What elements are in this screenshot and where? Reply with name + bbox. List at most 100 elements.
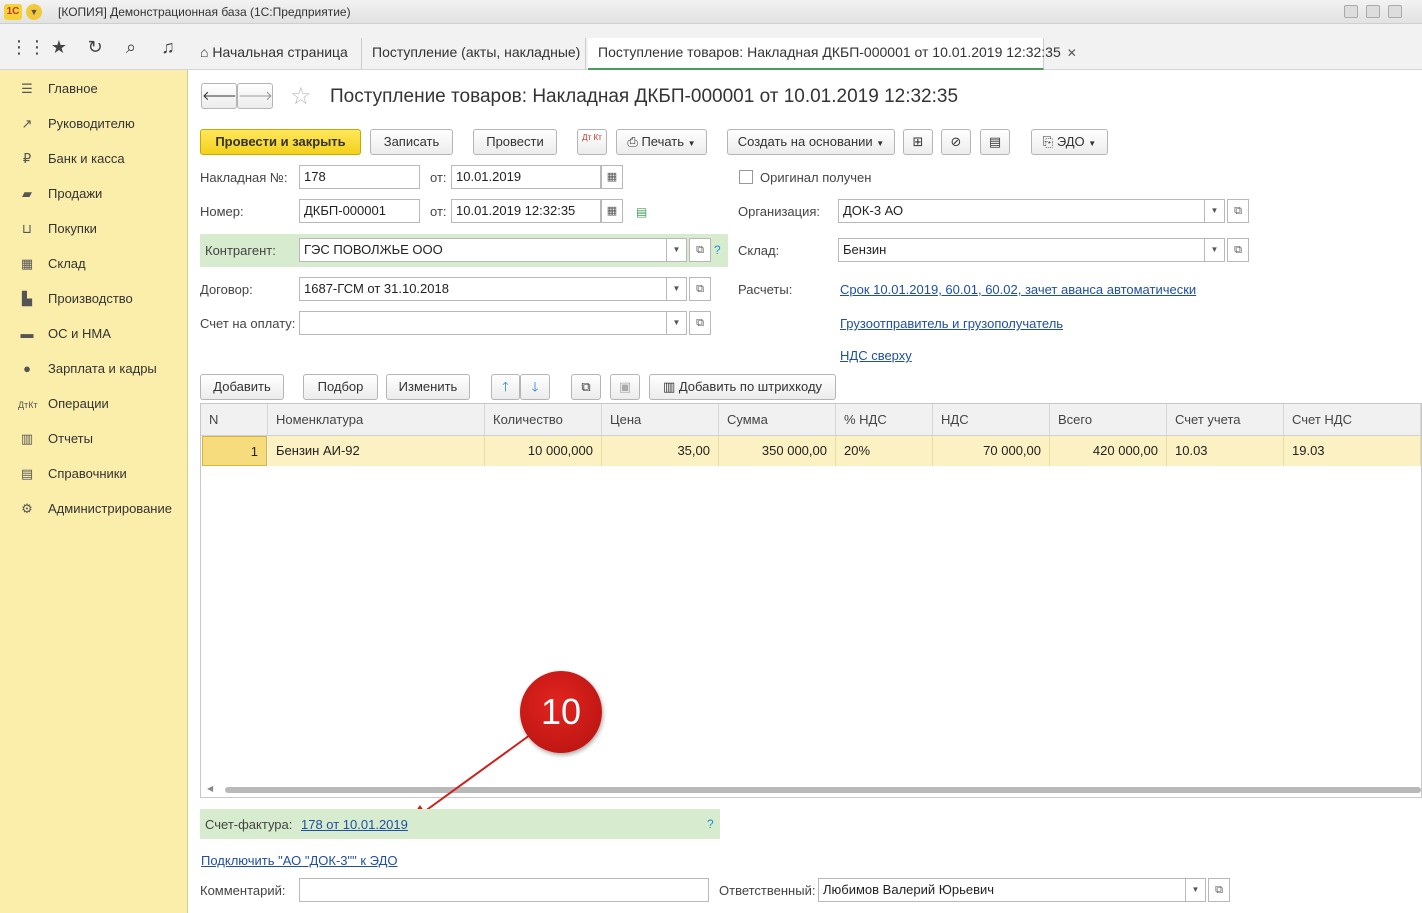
check-icon[interactable]: ▤ bbox=[636, 205, 647, 219]
open-icon[interactable]: ⧉ bbox=[689, 277, 711, 301]
sidebar-item-warehouse[interactable]: ▦ Склад bbox=[18, 256, 86, 276]
print-icon[interactable] bbox=[1366, 5, 1380, 18]
list-button[interactable]: ▤ bbox=[980, 129, 1010, 155]
add-button[interactable]: Добавить bbox=[200, 374, 284, 400]
sidebar-item-purchases[interactable]: ⊔ Покупки bbox=[18, 221, 97, 241]
table-cell[interactable]: Бензин АИ-92 bbox=[268, 436, 485, 466]
favorite-star-icon[interactable]: ☆ bbox=[290, 82, 312, 111]
pick-button[interactable]: Подбор bbox=[303, 374, 378, 400]
save-icon[interactable] bbox=[1344, 5, 1358, 18]
number-input[interactable]: ДКБП-000001 bbox=[299, 199, 420, 223]
open-icon[interactable]: ⧉ bbox=[689, 311, 711, 335]
table-cell[interactable]: 350 000,00 bbox=[719, 436, 836, 466]
history-icon[interactable]: ↻ bbox=[84, 36, 106, 58]
responsible-input[interactable]: Любимов Валерий Юрьевич bbox=[818, 878, 1186, 902]
col-header[interactable]: N bbox=[201, 404, 268, 436]
chevron-down-icon[interactable]: ▼ bbox=[667, 311, 687, 335]
number-date-input[interactable]: 10.01.2019 12:32:35 bbox=[451, 199, 601, 223]
table-cell[interactable]: 20% bbox=[836, 436, 933, 466]
vat-link[interactable]: НДС сверху bbox=[840, 348, 912, 363]
edo-connect-link[interactable]: Подключить "АО "ДОК-3"" к ЭДО bbox=[201, 853, 398, 868]
change-button[interactable]: Изменить bbox=[386, 374, 470, 400]
preview-icon[interactable] bbox=[1388, 5, 1402, 18]
open-icon[interactable]: ⧉ bbox=[689, 238, 711, 262]
back-button[interactable]: 🡐 bbox=[201, 83, 237, 109]
barcode-button[interactable]: ▥ Добавить по штрихкоду bbox=[649, 374, 836, 400]
sidebar-item-manager[interactable]: ↗ Руководителю bbox=[18, 116, 135, 136]
warehouse-input[interactable]: Бензин bbox=[838, 238, 1205, 262]
create-based-button[interactable]: Создать на основании ▼ bbox=[727, 129, 895, 155]
comment-input[interactable] bbox=[299, 878, 709, 902]
chevron-down-icon[interactable]: ▼ bbox=[1186, 878, 1206, 902]
settlements-link[interactable]: Срок 10.01.2019, 60.01, 60.02, зачет ава… bbox=[840, 282, 1196, 297]
sidebar-item-production[interactable]: ▙ Производство bbox=[18, 291, 133, 311]
open-icon[interactable]: ⧉ bbox=[1208, 878, 1230, 902]
move-up-button[interactable]: 🡑 bbox=[491, 374, 520, 400]
sidebar-item-assets[interactable]: ▬ ОС и НМА bbox=[18, 326, 111, 346]
move-down-button[interactable]: 🡓 bbox=[520, 374, 550, 400]
table-cell[interactable]: 1 bbox=[202, 436, 267, 466]
col-header[interactable]: Количество bbox=[485, 404, 602, 436]
chevron-down-icon[interactable]: ▼ bbox=[667, 238, 687, 262]
payment-input[interactable] bbox=[299, 311, 667, 335]
sidebar-item-sales[interactable]: ▰ Продажи bbox=[18, 186, 102, 206]
shipper-link[interactable]: Грузоотправитель и грузополучатель bbox=[840, 316, 1063, 331]
search-icon[interactable]: ⌕ bbox=[120, 36, 142, 58]
col-header[interactable]: Счет учета bbox=[1167, 404, 1284, 436]
post-button[interactable]: Провести bbox=[473, 129, 557, 155]
col-header[interactable]: % НДС bbox=[836, 404, 933, 436]
table-cell[interactable]: 19.03 bbox=[1284, 436, 1421, 466]
save-button[interactable]: Записать bbox=[370, 129, 453, 155]
tab-document[interactable]: Поступление товаров: Накладная ДКБП-0000… bbox=[588, 38, 1077, 70]
table-cell[interactable]: 10.03 bbox=[1167, 436, 1284, 466]
edo-button[interactable]: ⎘ ЭДО ▼ bbox=[1031, 129, 1108, 155]
sidebar-item-main[interactable]: ☰ Главное bbox=[18, 81, 98, 101]
help-icon[interactable]: ? bbox=[707, 817, 714, 831]
calendar-icon[interactable]: ▦ bbox=[601, 165, 623, 189]
attach-button[interactable]: ⊘ bbox=[941, 129, 971, 155]
invoice-link[interactable]: 178 от 10.01.2019 bbox=[301, 817, 408, 832]
calendar-icon[interactable]: ▦ bbox=[601, 199, 623, 223]
chevron-down-icon[interactable]: ▼ bbox=[1205, 238, 1225, 262]
print-button[interactable]: ⎙ Печать ▼ bbox=[616, 129, 707, 155]
table-cell[interactable]: 10 000,000 bbox=[485, 436, 602, 466]
col-header[interactable]: Цена bbox=[602, 404, 719, 436]
open-icon[interactable]: ⧉ bbox=[1227, 238, 1249, 262]
dtkt-button[interactable]: Дт Кт bbox=[577, 129, 607, 155]
main-menu-button[interactable]: ▼ bbox=[26, 4, 42, 20]
sidebar-item-operations[interactable]: ДтКт Операции bbox=[18, 396, 109, 416]
col-header[interactable]: Всего bbox=[1050, 404, 1167, 436]
invoice-date-input[interactable]: 10.01.2019 bbox=[451, 165, 601, 189]
col-header[interactable]: НДС bbox=[933, 404, 1050, 436]
tab-home[interactable]: ⌂ Начальная страница bbox=[190, 38, 362, 70]
forward-button[interactable]: 🡒 bbox=[237, 83, 273, 109]
sidebar-item-admin[interactable]: ⚙ Администрирование bbox=[18, 501, 172, 521]
table-cell[interactable]: 70 000,00 bbox=[933, 436, 1050, 466]
col-header[interactable]: Сумма bbox=[719, 404, 836, 436]
sidebar-item-references[interactable]: ▤ Справочники bbox=[18, 466, 127, 486]
org-input[interactable]: ДОК-3 АО bbox=[838, 199, 1205, 223]
help-icon[interactable]: ? bbox=[714, 243, 721, 257]
invoice-no-input[interactable]: 178 bbox=[299, 165, 420, 189]
tab-receipts[interactable]: Поступление (акты, накладные)✕ bbox=[362, 38, 596, 70]
chevron-down-icon[interactable]: ▼ bbox=[667, 277, 687, 301]
sidebar-item-reports[interactable]: ▥ Отчеты bbox=[18, 431, 93, 451]
sidebar-item-bank[interactable]: ₽ Банк и касса bbox=[18, 151, 125, 171]
paste-button[interactable]: ▣ bbox=[610, 374, 640, 400]
structure-button[interactable]: ⊞ bbox=[903, 129, 933, 155]
table-cell[interactable]: 35,00 bbox=[602, 436, 719, 466]
sidebar-item-salary[interactable]: ● Зарплата и кадры bbox=[18, 361, 157, 381]
original-checkbox[interactable] bbox=[739, 170, 753, 184]
close-icon[interactable]: ✕ bbox=[1067, 46, 1077, 60]
contract-input[interactable]: 1687-ГСМ от 31.10.2018 bbox=[299, 277, 667, 301]
counterparty-input[interactable]: ГЭС ПОВОЛЖЬЕ ООО bbox=[299, 238, 667, 262]
post-close-button[interactable]: Провести и закрыть bbox=[200, 129, 361, 155]
open-icon[interactable]: ⧉ bbox=[1227, 199, 1249, 223]
bell-icon[interactable]: ♫ bbox=[157, 36, 179, 58]
star-icon[interactable]: ★ bbox=[48, 36, 70, 58]
col-header[interactable]: Номенклатура bbox=[268, 404, 485, 436]
chevron-down-icon[interactable]: ▼ bbox=[1205, 199, 1225, 223]
col-header[interactable]: Счет НДС bbox=[1284, 404, 1421, 436]
table-cell[interactable]: 420 000,00 bbox=[1050, 436, 1167, 466]
copy-button[interactable]: ⧉ bbox=[571, 374, 601, 400]
